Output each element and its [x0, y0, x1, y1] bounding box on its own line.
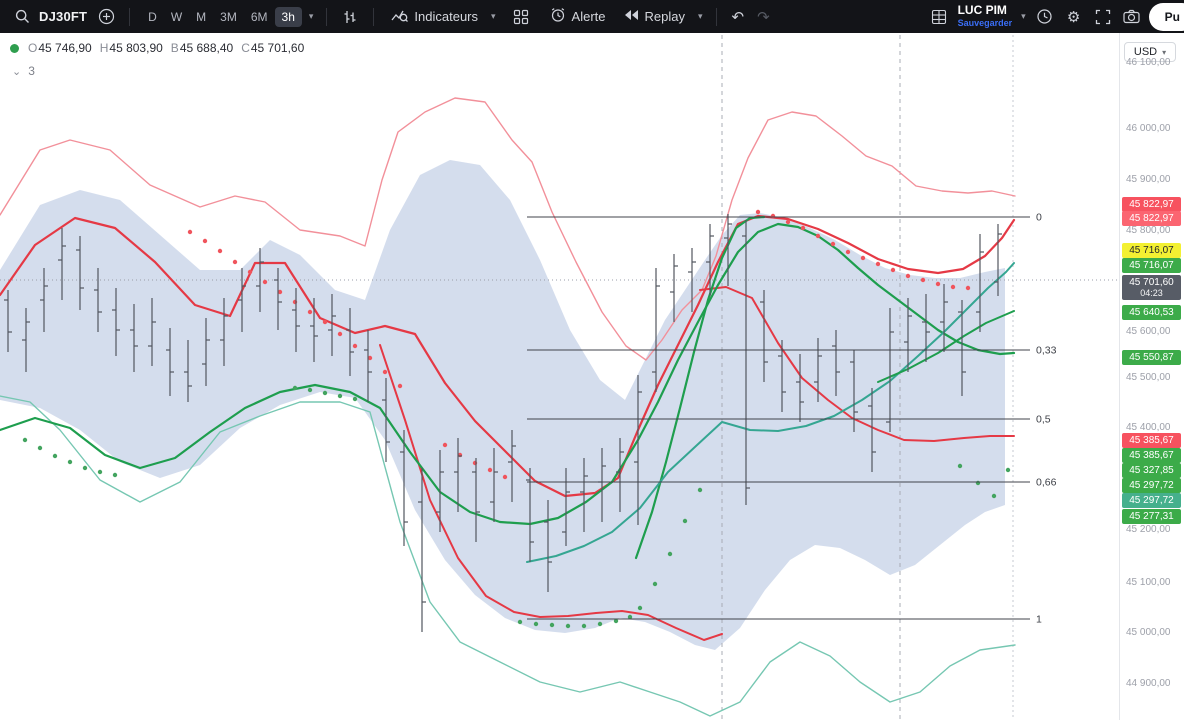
axis-price-label: 45 900,00 [1126, 174, 1171, 185]
fullscreen-icon[interactable] [1091, 5, 1115, 29]
axis-price-label: 45 600,00 [1126, 326, 1171, 337]
fib-level-label: 1 [1036, 614, 1042, 626]
price-level-badge: 45 716,07 [1122, 243, 1181, 258]
price-level-badge: 45 385,67 [1122, 448, 1181, 463]
axis-price-label: 45 500,00 [1126, 372, 1171, 383]
currency-chevron-icon: ▾ [1162, 47, 1167, 57]
toolbar-separator [715, 7, 717, 26]
chart-canvas[interactable]: 0 0,33 0,5 0,66 1 [0, 0, 1120, 720]
axis-price-label: 46 100,00 [1126, 57, 1171, 68]
layout-save-menu[interactable]: LUC PIM Sauvegarder [957, 3, 1013, 29]
redo-button[interactable]: ↷ [753, 8, 774, 26]
replay-rewind-icon [623, 8, 639, 25]
symbol-name[interactable]: DJ30FT [39, 9, 87, 24]
ohlc-o: O 45 746,90 [28, 41, 92, 55]
timeframe-3h[interactable]: 3h [274, 6, 302, 27]
fib-level-label: 0,5 [1036, 414, 1051, 426]
axis-price-label: 45 000,00 [1126, 627, 1171, 638]
price-level-badge: 45 822,97 [1122, 211, 1181, 226]
replay-label: Replay [644, 9, 685, 24]
alarm-clock-icon [550, 7, 566, 26]
replay-chevron-icon[interactable]: ▾ [696, 12, 705, 21]
indicators-chevron-icon[interactable]: ▾ [489, 12, 498, 21]
replay-button[interactable]: Replay [617, 4, 691, 29]
layout-name: LUC PIM [957, 3, 1007, 18]
indicators-collapsed-row[interactable]: ⌄ 3 [12, 64, 35, 78]
save-label[interactable]: Sauvegarder [958, 18, 1013, 28]
axis-price-label: 45 800,00 [1126, 225, 1171, 236]
price-level-badge: 45 297,72 [1122, 478, 1181, 493]
axis-price-label: 45 400,00 [1126, 422, 1171, 433]
timeframe-m[interactable]: M [189, 7, 213, 27]
current-price-badge: 45 701,60 04:23 [1122, 275, 1181, 300]
ohlc-values: O 45 746,90 H 45 803,90 B 45 688,40 C 45 701,60 [28, 41, 304, 55]
alert-label: Alerte [571, 9, 606, 24]
settings-gear-icon[interactable]: ⚙ [1062, 5, 1086, 29]
timeframe-group: D W M 3M 6M 3h [141, 6, 302, 27]
ohlc-b: B 45 688,40 [170, 41, 234, 55]
undo-button[interactable]: ↶ [728, 8, 749, 26]
alert-button[interactable]: Alerte [544, 3, 612, 30]
price-level-badge: 45 327,85 [1122, 463, 1181, 478]
quick-search-clock-icon[interactable] [1033, 5, 1057, 29]
axis-price-label: 44 900,00 [1126, 678, 1171, 689]
publish-button[interactable]: Pu [1148, 2, 1184, 31]
layout-templates-icon[interactable] [509, 5, 533, 29]
fib-level-label: 0,33 [1036, 345, 1057, 357]
price-level-badge: 45 385,67 [1122, 433, 1181, 448]
timeframe-3m[interactable]: 3M [213, 7, 244, 27]
timeframe-6m[interactable]: 6M [244, 7, 275, 27]
ohlc-c: C 45 701,60 [241, 41, 305, 55]
ohlc-h: H 45 803,90 [99, 41, 163, 55]
top-toolbar: DJ30FT D W M 3M 6M 3h ▾ Indicateurs ▾ Alerte [0, 0, 1184, 33]
price-level-badge: 45 297,72 [1122, 493, 1181, 508]
ohlc-legend: O 45 746,90 H 45 803,90 B 45 688,40 C 45 701,60 [10, 41, 304, 55]
timeframe-chevron-icon[interactable]: ▾ [307, 12, 316, 21]
timeframe-w[interactable]: W [164, 7, 189, 27]
price-level-badge: 45 277,31 [1122, 509, 1181, 524]
chevron-down-icon[interactable]: ⌄ [12, 65, 21, 78]
series-color-dot-icon[interactable] [10, 43, 19, 53]
indicators-button[interactable]: Indicateurs [385, 4, 484, 30]
layout-chevron-icon[interactable]: ▾ [1019, 12, 1028, 21]
watchlist-grid-icon[interactable] [927, 5, 951, 29]
toolbar-separator [129, 7, 131, 26]
fib-level-label: 0 [1036, 212, 1042, 224]
indicators-icon [391, 8, 409, 26]
indicator-count: 3 [28, 64, 35, 78]
timeframe-d[interactable]: D [141, 7, 164, 27]
chart-type-icon[interactable] [338, 5, 362, 29]
axis-price-label: 45 200,00 [1126, 524, 1171, 535]
indicators-label: Indicateurs [414, 9, 478, 24]
fib-level-label: 0,66 [1036, 477, 1057, 489]
toolbar-separator [373, 7, 375, 26]
price-level-badge: 45 550,87 [1122, 350, 1181, 365]
axis-price-label: 46 000,00 [1126, 123, 1171, 134]
compare-add-icon[interactable] [94, 5, 118, 29]
price-level-badge: 45 716,07 [1122, 258, 1181, 273]
search-icon[interactable] [10, 5, 34, 29]
toolbar-separator [326, 7, 328, 26]
snapshot-camera-icon[interactable] [1120, 5, 1144, 29]
price-level-badge: 45 640,53 [1122, 305, 1181, 320]
price-level-badge: 45 822,97 [1122, 197, 1181, 212]
axis-price-label: 45 100,00 [1126, 577, 1171, 588]
price-axis[interactable]: USD ▾ 46 100,00 46 000,00 45 900,00 45 800,… [1119, 33, 1184, 720]
